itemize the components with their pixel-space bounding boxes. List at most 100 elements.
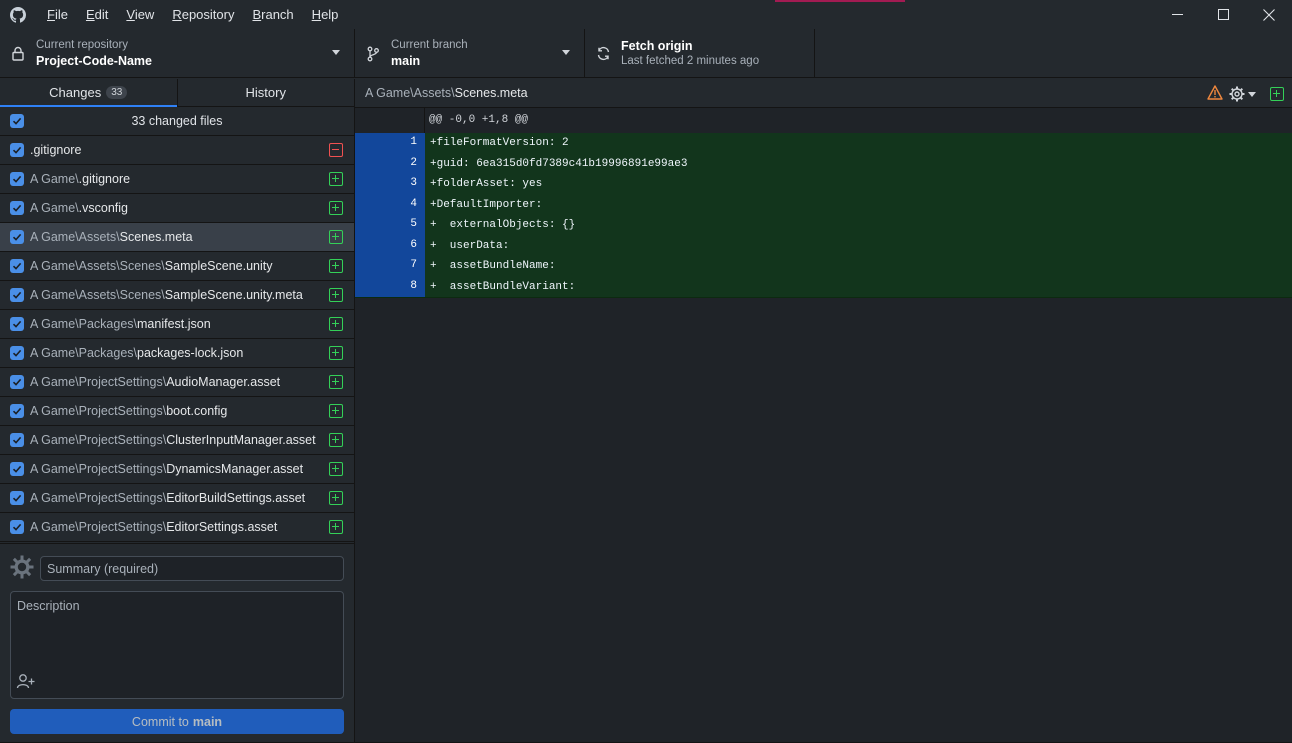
file-row[interactable]: A Game\Assets\Scenes\SampleScene.unity.m… <box>0 281 354 310</box>
new-line-number: 7 <box>390 256 425 277</box>
file-path: A Game\Packages\manifest.json <box>30 317 211 331</box>
file-name: Scenes.meta <box>119 230 193 244</box>
expand-diff-icon[interactable] <box>1270 87 1284 101</box>
file-checkbox[interactable] <box>10 404 24 418</box>
file-row[interactable]: A Game\.gitignore <box>0 165 354 194</box>
maximize-icon[interactable] <box>1200 0 1246 29</box>
file-checkbox[interactable] <box>10 491 24 505</box>
current-repository-button[interactable]: Current repository Project-Code-Name <box>0 29 355 78</box>
file-path: A Game\Assets\Scenes\SampleScene.unity <box>30 259 273 273</box>
diff-line[interactable]: 3 +folderAsset: yes <box>355 174 1292 195</box>
file-row[interactable]: A Game\ProjectSettings\AudioManager.asse… <box>0 368 354 397</box>
menu-file[interactable]: File <box>38 0 77 29</box>
file-added-icon <box>329 520 343 534</box>
file-row[interactable]: .gitignore <box>0 136 354 165</box>
menu-view[interactable]: View <box>117 0 163 29</box>
file-checkbox[interactable] <box>10 346 24 360</box>
diff-line-code: +DefaultImporter: <box>425 194 1292 215</box>
file-checkbox[interactable] <box>10 317 24 331</box>
old-line-number <box>355 153 390 174</box>
file-checkbox[interactable] <box>10 143 24 157</box>
file-name: AudioManager.asset <box>166 375 281 389</box>
file-checkbox[interactable] <box>10 288 24 302</box>
file-path: A Game\Assets\Scenes\SampleScene.unity.m… <box>30 288 303 302</box>
file-name: SampleScene.unity.meta <box>164 288 303 302</box>
warning-icon[interactable] <box>1207 85 1223 103</box>
file-row[interactable]: A Game\Packages\packages-lock.json <box>0 339 354 368</box>
tab-history-label: History <box>245 85 286 100</box>
file-dir: A Game\ProjectSettings\ <box>30 462 167 476</box>
file-path: A Game\ProjectSettings\AudioManager.asse… <box>30 375 280 389</box>
chevron-down-icon <box>332 50 340 55</box>
file-row[interactable]: A Game\.vsconfig <box>0 194 354 223</box>
fetch-label: Fetch origin <box>621 39 693 53</box>
file-checkbox[interactable] <box>10 433 24 447</box>
current-branch-button[interactable]: Current branch main <box>355 29 585 78</box>
file-dir: A Game\Assets\Scenes\ <box>30 259 165 273</box>
diff-line[interactable]: 1 +fileFormatVersion: 2 <box>355 133 1292 154</box>
toolbar: Current repository Project-Code-Name Cur… <box>0 29 1292 78</box>
fetch-origin-button[interactable]: Fetch origin Last fetched 2 minutes ago <box>585 29 815 78</box>
close-icon[interactable] <box>1246 0 1292 29</box>
diff-settings-gear-icon[interactable] <box>1229 86 1256 102</box>
branch-label: Current branch <box>391 39 468 51</box>
commit-panel: Commit to main <box>0 543 354 743</box>
tab-changes[interactable]: Changes 33 <box>0 79 177 107</box>
file-checkbox[interactable] <box>10 375 24 389</box>
new-line-number: 2 <box>390 153 425 174</box>
diff-line[interactable]: 6 + userData: <box>355 235 1292 256</box>
commit-button[interactable]: Commit to main <box>10 709 344 734</box>
changed-files-list: .gitignore A Game\.gitignore A Game\.vscon… <box>0 136 354 570</box>
diff-line[interactable]: 4 +DefaultImporter: <box>355 194 1292 215</box>
file-row[interactable]: A Game\Assets\Scenes.meta <box>0 223 354 252</box>
diff-line[interactable]: 5 + externalObjects: {} <box>355 215 1292 236</box>
select-all-checkbox[interactable] <box>10 114 24 128</box>
changed-files-header: 33 changed files <box>0 107 354 136</box>
minimize-icon[interactable] <box>1154 0 1200 29</box>
file-added-icon <box>329 491 343 505</box>
sync-icon <box>585 46 621 61</box>
menu-help[interactable]: Help <box>303 0 348 29</box>
file-checkbox[interactable] <box>10 172 24 186</box>
file-row[interactable]: A Game\Assets\Scenes\SampleScene.unity <box>0 252 354 281</box>
file-name: DynamicsManager.asset <box>166 462 304 476</box>
diff-line-code: + assetBundleName: <box>425 256 1292 277</box>
menu-repository[interactable]: Repository <box>163 0 243 29</box>
file-row[interactable]: A Game\ProjectSettings\ClusterInputManag… <box>0 426 354 455</box>
file-path: A Game\ProjectSettings\EditorSettings.as… <box>30 520 277 534</box>
diff-line[interactable]: 8 + assetBundleVariant: <box>355 276 1292 297</box>
diff-line[interactable]: 7 + assetBundleName: <box>355 256 1292 277</box>
file-checkbox[interactable] <box>10 230 24 244</box>
file-row[interactable]: A Game\Packages\manifest.json <box>0 310 354 339</box>
file-checkbox[interactable] <box>10 520 24 534</box>
tab-history[interactable]: History <box>176 79 355 106</box>
chevron-down-icon <box>562 50 570 55</box>
github-logo-icon <box>0 0 36 29</box>
menu-branch[interactable]: Branch <box>243 0 302 29</box>
menu-edit[interactable]: Edit <box>77 0 117 29</box>
file-name: .gitignore <box>78 172 131 186</box>
file-row[interactable]: A Game\ProjectSettings\boot.config <box>0 397 354 426</box>
file-name: boot.config <box>166 404 228 418</box>
diff-path-name: Scenes.meta <box>454 86 528 100</box>
summary-input[interactable] <box>40 556 344 581</box>
file-checkbox[interactable] <box>10 201 24 215</box>
file-checkbox[interactable] <box>10 259 24 273</box>
hunk-header-row: @@ -0,0 +1,8 @@ <box>355 108 1292 133</box>
diff-line[interactable]: 2 +guid: 6ea315d0fd7389c41b19996891e99ae3 <box>355 153 1292 174</box>
file-checkbox[interactable] <box>10 462 24 476</box>
add-coauthor-icon[interactable] <box>16 673 36 692</box>
file-dir: A Game\ProjectSettings\ <box>30 375 167 389</box>
description-input[interactable] <box>11 592 343 672</box>
file-row[interactable]: A Game\ProjectSettings\EditorSettings.as… <box>0 513 354 542</box>
file-added-icon <box>329 317 343 331</box>
file-row[interactable]: A Game\ProjectSettings\DynamicsManager.a… <box>0 455 354 484</box>
repo-name: Project-Code-Name <box>36 54 152 68</box>
file-dir: A Game\Assets\Scenes\ <box>30 288 165 302</box>
file-row[interactable]: A Game\ProjectSettings\EditorBuildSettin… <box>0 484 354 513</box>
new-line-number: 1 <box>390 133 425 154</box>
title-accent-strip <box>775 0 905 2</box>
menu-bar: File Edit View Repository Branch Help <box>38 0 347 29</box>
lock-icon <box>0 46 36 61</box>
last-fetched-text: Last fetched 2 minutes ago <box>621 55 760 67</box>
